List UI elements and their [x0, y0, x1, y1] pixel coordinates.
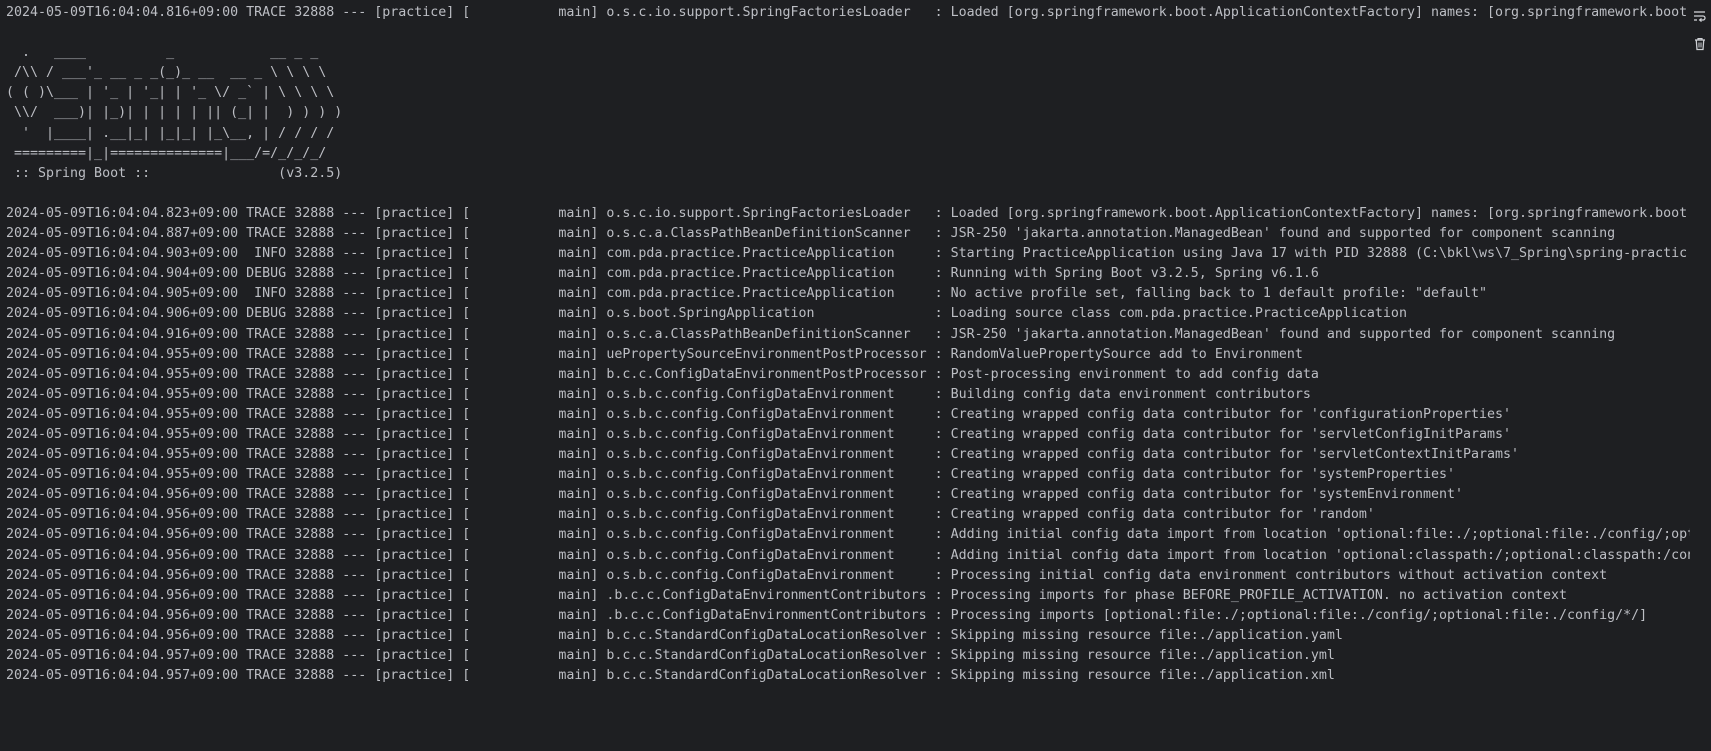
trash-icon[interactable]	[1692, 36, 1708, 52]
log-line: 2024-05-09T16:04:04.956+09:00 TRACE 3288…	[6, 587, 1568, 603]
console-output[interactable]: 2024-05-09T16:04:04.816+09:00 TRACE 3288…	[0, 0, 1690, 751]
log-line: 2024-05-09T16:04:04.955+09:00 TRACE 3288…	[6, 467, 1455, 483]
log-line: 2024-05-09T16:04:04.823+09:00 TRACE 3288…	[6, 205, 1688, 221]
log-line: 2024-05-09T16:04:04.956+09:00 TRACE 3288…	[6, 567, 1608, 583]
log-line: 2024-05-09T16:04:04.956+09:00 TRACE 3288…	[6, 627, 1343, 643]
log-line: 2024-05-09T16:04:04.956+09:00 TRACE 3288…	[6, 487, 1463, 503]
soft-wrap-icon[interactable]	[1692, 9, 1708, 25]
log-line: 2024-05-09T16:04:04.816+09:00 TRACE 3288…	[6, 5, 1688, 20]
log-line: 2024-05-09T16:04:04.955+09:00 TRACE 3288…	[6, 447, 1520, 463]
log-line: 2024-05-09T16:04:04.903+09:00 INFO 32888…	[6, 246, 1688, 262]
log-line: \\/ ___)| |_)| | | | | || (_| | ) ) ) )	[6, 105, 343, 121]
log-line: 2024-05-09T16:04:04.957+09:00 TRACE 3288…	[6, 668, 1335, 684]
log-line: 2024-05-09T16:04:04.916+09:00 TRACE 3288…	[6, 326, 1616, 342]
log-line: 2024-05-09T16:04:04.956+09:00 TRACE 3288…	[6, 507, 1375, 523]
log-line: 2024-05-09T16:04:04.955+09:00 TRACE 3288…	[6, 406, 1512, 422]
log-line: 2024-05-09T16:04:04.956+09:00 TRACE 3288…	[6, 547, 1690, 563]
log-line: 2024-05-09T16:04:04.956+09:00 TRACE 3288…	[6, 527, 1690, 543]
log-line: 2024-05-09T16:04:04.955+09:00 TRACE 3288…	[6, 366, 1319, 382]
log-line: 2024-05-09T16:04:04.906+09:00 DEBUG 3288…	[6, 306, 1407, 322]
log-line: 2024-05-09T16:04:04.905+09:00 INFO 32888…	[6, 286, 1487, 302]
log-line: . ____ _ __ _ _	[6, 45, 319, 61]
log-line: =========|_|==============|___/=/_/_/_/	[6, 145, 327, 161]
log-line: ( ( )\___ | '_ | '_| | '_ \/ _` | \ \ \ …	[6, 85, 335, 101]
log-line: 2024-05-09T16:04:04.955+09:00 TRACE 3288…	[6, 346, 1303, 362]
log-line: :: Spring Boot :: (v3.2.5)	[6, 165, 343, 181]
log-line: 2024-05-09T16:04:04.887+09:00 TRACE 3288…	[6, 226, 1616, 242]
log-line: 2024-05-09T16:04:04.955+09:00 TRACE 3288…	[6, 386, 1311, 402]
log-line: 2024-05-09T16:04:04.957+09:00 TRACE 3288…	[6, 648, 1335, 663]
console-lines: 2024-05-09T16:04:04.816+09:00 TRACE 3288…	[6, 3, 1690, 686]
log-line: 2024-05-09T16:04:04.956+09:00 TRACE 3288…	[6, 607, 1648, 623]
log-line: ' |____| .__|_| |_|_| |_\__, | / / / /	[6, 125, 335, 141]
log-line: /\\ / ___'_ __ _ _(_)_ __ __ _ \ \ \ \	[6, 65, 327, 81]
log-line: 2024-05-09T16:04:04.955+09:00 TRACE 3288…	[6, 426, 1512, 442]
console-toolbar	[1690, 0, 1711, 751]
log-line: 2024-05-09T16:04:04.904+09:00 DEBUG 3288…	[6, 266, 1319, 282]
